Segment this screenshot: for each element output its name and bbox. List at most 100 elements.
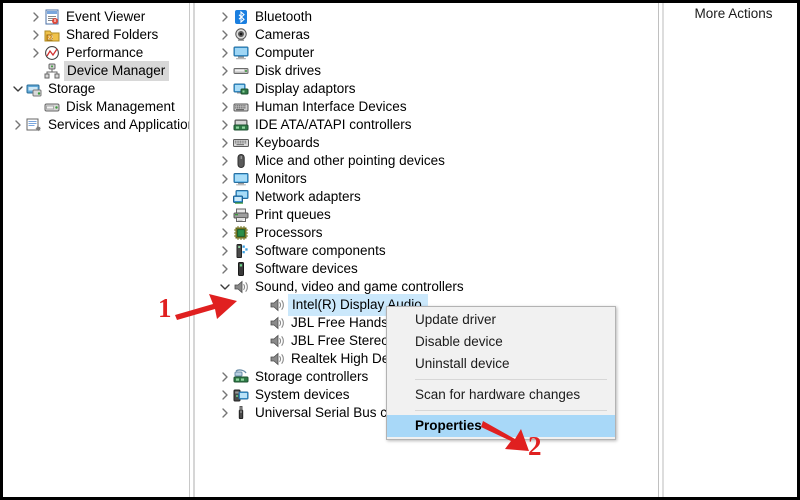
software-component-icon <box>232 242 250 260</box>
tree-item-label: System devices <box>255 387 350 402</box>
display-adapter-icon <box>232 80 250 98</box>
chevron-right-icon[interactable] <box>29 44 43 62</box>
hid-icon <box>232 98 250 116</box>
device-tree-item-universal-serial-bus-con[interactable]: Universal Serial Bus con <box>218 404 405 422</box>
device-tree-item-monitors[interactable]: Monitors <box>218 170 310 188</box>
keyboard-icon <box>232 134 250 152</box>
camera-icon <box>232 26 250 44</box>
chevron-right-icon[interactable] <box>218 8 232 26</box>
device-tree-item-human-interface-devices[interactable]: Human Interface Devices <box>218 98 410 116</box>
tree-item-label: Print queues <box>255 207 331 222</box>
chevron-down-icon[interactable] <box>11 80 25 98</box>
tree-item-label: Display adaptors <box>255 81 356 96</box>
device-tree-item-cameras[interactable]: Cameras <box>218 26 313 44</box>
usb-icon <box>232 404 250 422</box>
chevron-right-icon[interactable] <box>29 26 43 44</box>
device-tree-item-computer[interactable]: Computer <box>218 44 317 62</box>
device-tree-item-display-adaptors[interactable]: Display adaptors <box>218 80 359 98</box>
chevron-right-icon[interactable] <box>218 134 232 152</box>
device-tree-item-software-devices[interactable]: Software devices <box>218 260 361 278</box>
device-tree-item-system-devices[interactable]: System devices <box>218 386 353 404</box>
device-tree-item-bluetooth[interactable]: Bluetooth <box>218 8 315 26</box>
menu-separator <box>415 410 607 411</box>
tree-item-label: Software components <box>255 243 386 258</box>
speaker-icon <box>268 350 286 368</box>
ide-controller-icon <box>232 116 250 134</box>
chevron-right-icon[interactable] <box>29 8 43 26</box>
console-tree-item-shared-folders[interactable]: 22 Shared Folders <box>29 26 161 44</box>
chevron-placeholder <box>254 314 268 332</box>
context-menu-item-uninstall-device[interactable]: Uninstall device <box>387 353 615 375</box>
console-tree-item-device-manager[interactable]: Device Manager <box>29 61 170 81</box>
chevron-right-icon[interactable] <box>218 62 232 80</box>
console-tree-item-event-viewer[interactable]: Event Viewer <box>29 8 148 26</box>
chevron-placeholder <box>254 350 268 368</box>
chevron-right-icon[interactable] <box>218 368 232 386</box>
chevron-right-icon[interactable] <box>218 206 232 224</box>
chevron-placeholder <box>254 296 268 314</box>
chevron-placeholder <box>29 62 43 80</box>
device-tree-item-ide-ata-atapi-controllers[interactable]: IDE ATA/ATAPI controllers <box>218 116 415 134</box>
chevron-right-icon[interactable] <box>218 242 232 260</box>
device-tree-item-network-adapters[interactable]: Network adapters <box>218 188 364 206</box>
storage-icon <box>25 80 43 98</box>
context-menu-item-update-driver[interactable]: Update driver <box>387 309 615 331</box>
device-tree-item-jbl-free-stereo[interactable]: JBL Free Stereo <box>254 332 392 350</box>
annotation-arrow-1 <box>175 294 237 320</box>
context-menu-item-scan-for-hardware-changes[interactable]: Scan for hardware changes <box>387 384 615 406</box>
tree-item-label: Event Viewer <box>66 9 146 24</box>
device-tree-item-processors[interactable]: Processors <box>218 224 326 242</box>
processor-icon <box>232 224 250 242</box>
chevron-right-icon[interactable] <box>218 386 232 404</box>
chevron-right-icon[interactable] <box>218 260 232 278</box>
device-tree-item-keyboards[interactable]: Keyboards <box>218 134 323 152</box>
tree-item-label: Disk drives <box>255 63 322 78</box>
chevron-right-icon[interactable] <box>218 116 232 134</box>
console-tree-pane[interactable]: Event Viewer 22 Shared Folders Performance D… <box>3 3 189 497</box>
chevron-right-icon[interactable] <box>11 116 25 134</box>
device-tree-item-sound-video-and-game-controllers[interactable]: Sound, video and game controllers <box>218 278 467 296</box>
tree-item-label: Shared Folders <box>66 27 159 42</box>
console-tree-item-disk-management[interactable]: Disk Management <box>29 98 178 116</box>
device-manager-icon <box>43 62 61 80</box>
speaker-icon <box>268 314 286 332</box>
shared-folders-icon: 22 <box>43 26 61 44</box>
more-actions-heading: More Actions <box>694 6 773 21</box>
annotation-number-2: 2 <box>528 431 542 461</box>
chevron-right-icon[interactable] <box>218 404 232 422</box>
actions-pane[interactable]: More Actions <box>670 3 797 497</box>
storage-controller-icon <box>232 368 250 386</box>
device-tree-item-print-queues[interactable]: Print queues <box>218 206 334 224</box>
chevron-right-icon[interactable] <box>218 152 232 170</box>
annotation-number-1: 1 <box>158 293 172 323</box>
device-tree-item-software-components[interactable]: Software components <box>218 242 389 260</box>
device-tree-item-storage-controllers[interactable]: Storage controllers <box>218 368 371 386</box>
context-menu-item-disable-device[interactable]: Disable device <box>387 331 615 353</box>
console-tree-item-services-and-applications[interactable]: Services and Applications <box>11 116 189 134</box>
device-manager-screenshot: Event Viewer 22 Shared Folders Performance D… <box>0 0 800 500</box>
chevron-right-icon[interactable] <box>218 26 232 44</box>
device-tree-item-disk-drives[interactable]: Disk drives <box>218 62 324 80</box>
tree-item-label: Network adapters <box>255 189 361 204</box>
speaker-icon <box>268 296 286 314</box>
system-device-icon <box>232 386 250 404</box>
tree-item-label: Performance <box>66 45 144 60</box>
performance-icon <box>43 44 61 62</box>
tree-item-label: Storage <box>48 81 96 96</box>
console-tree-item-performance[interactable]: Performance <box>29 44 146 62</box>
device-tree-item-mice-and-other-pointing-devices[interactable]: Mice and other pointing devices <box>218 152 448 170</box>
chevron-placeholder <box>254 332 268 350</box>
console-tree-item-storage[interactable]: Storage <box>11 80 98 98</box>
mouse-icon <box>232 152 250 170</box>
software-device-icon <box>232 260 250 278</box>
menu-separator <box>415 379 607 380</box>
chevron-right-icon[interactable] <box>218 98 232 116</box>
chevron-right-icon[interactable] <box>218 188 232 206</box>
chevron-right-icon[interactable] <box>218 224 232 242</box>
tree-item-label: Bluetooth <box>255 9 313 24</box>
chevron-right-icon[interactable] <box>218 170 232 188</box>
chevron-right-icon[interactable] <box>218 44 232 62</box>
chevron-right-icon[interactable] <box>218 80 232 98</box>
speaker-icon <box>268 332 286 350</box>
printer-icon <box>232 206 250 224</box>
